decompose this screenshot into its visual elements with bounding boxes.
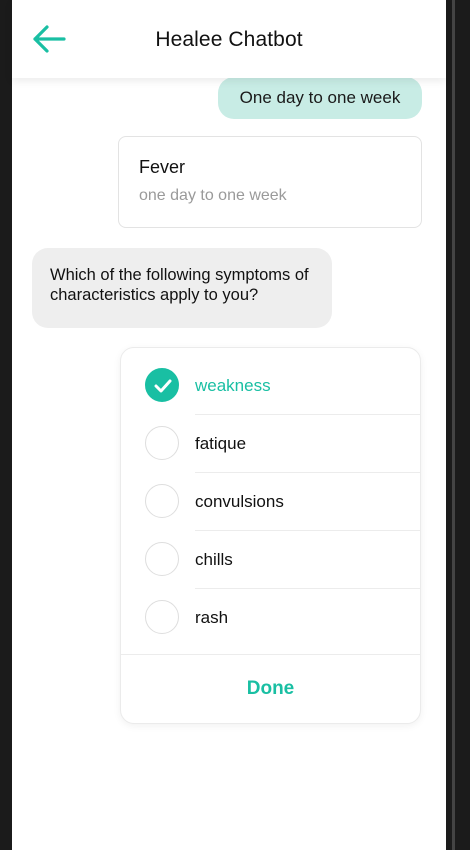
done-button[interactable]: Done: [121, 655, 420, 723]
chat-screen: Healee Chatbot One day to one week Fever…: [12, 0, 446, 850]
option-label: chills: [195, 550, 233, 569]
option-rash[interactable]: rash: [121, 589, 420, 647]
radio-unchecked[interactable]: [145, 484, 179, 518]
page-title: Healee Chatbot: [155, 28, 303, 51]
radio-checked[interactable]: [145, 368, 179, 402]
symptom-title: Fever: [139, 157, 186, 177]
app-header: Healee Chatbot: [12, 0, 446, 78]
radio-unchecked[interactable]: [145, 426, 179, 460]
option-convulsions[interactable]: convulsions: [121, 473, 420, 531]
symptom-options-card: weakness fatique convulsions chills rash…: [120, 347, 421, 724]
option-label: weakness: [195, 376, 271, 395]
device-frame-right: [446, 0, 470, 850]
option-fatique[interactable]: fatique: [121, 415, 420, 473]
check-icon: [154, 379, 172, 393]
user-message-bubble: One day to one week: [218, 77, 422, 119]
option-chills[interactable]: chills: [121, 531, 420, 589]
option-label: convulsions: [195, 492, 284, 511]
bot-message-bubble: Which of the following symptoms of chara…: [32, 248, 332, 328]
symptom-summary-card: Fever one day to one week: [118, 136, 422, 228]
radio-unchecked[interactable]: [145, 542, 179, 576]
option-weakness[interactable]: weakness: [121, 357, 420, 415]
symptom-duration: one day to one week: [139, 187, 287, 204]
bot-message-text: Which of the following symptoms of chara…: [50, 266, 309, 304]
option-label: fatique: [195, 434, 247, 453]
radio-unchecked[interactable]: [145, 600, 179, 634]
option-label: rash: [195, 608, 229, 627]
device-frame-left: [0, 0, 12, 850]
